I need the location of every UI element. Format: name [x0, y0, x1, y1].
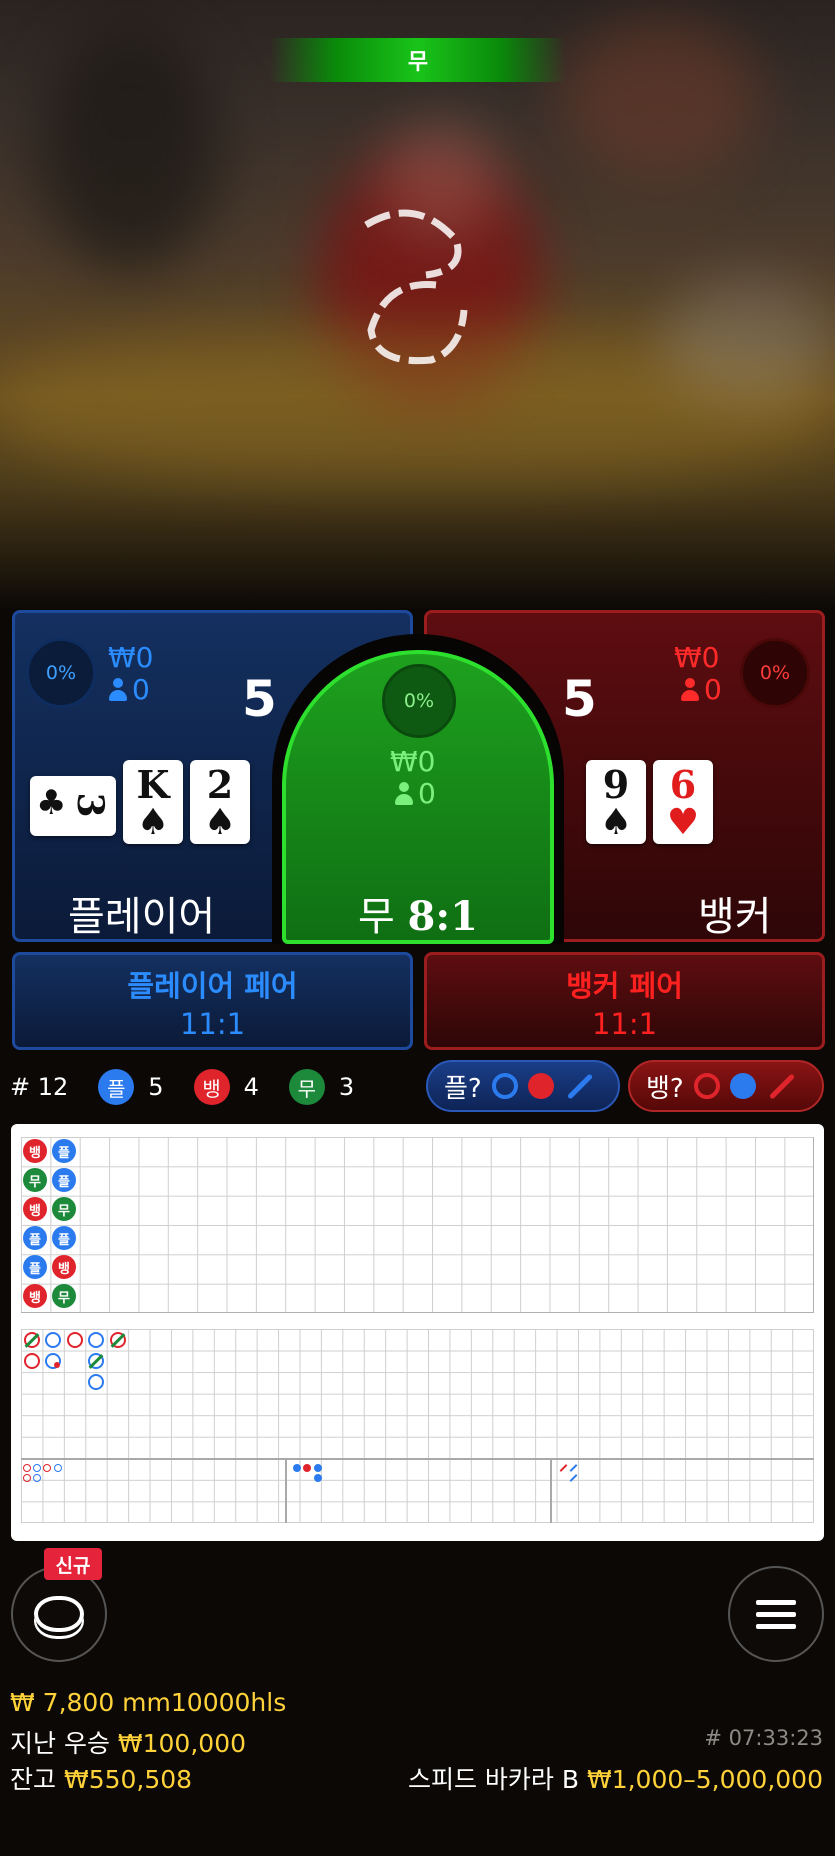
bead-road: 뱅 무 뱅 플 플 뱅 플 플 무 플 뱅 무	[21, 1137, 814, 1313]
banker-badge: 뱅	[193, 1069, 230, 1105]
player-predict-label: 플?	[444, 1073, 482, 1104]
chip-button[interactable]	[11, 1566, 107, 1662]
red-dot-icon	[527, 1073, 554, 1099]
player-card-1: ♣ 3	[30, 776, 116, 836]
big-eye-blue-icon	[33, 1464, 41, 1472]
big-eye-red-icon	[43, 1464, 51, 1472]
baccarat-game-screen: { "video": { "result_banner": "무" }, "pl…	[0, 0, 835, 1856]
banker-bet-amount: ₩0	[674, 641, 720, 674]
tie-bettor-count: 0	[394, 778, 436, 810]
chip-icon	[34, 1596, 84, 1632]
tie-bet-amount: ₩0	[390, 745, 436, 778]
banker-bet-percentage: 0%	[740, 638, 810, 708]
banker-score: 5	[562, 670, 597, 728]
round-number: # 12	[10, 1073, 69, 1101]
player-badge: 플	[98, 1069, 135, 1105]
big-road-banker-icon	[24, 1353, 40, 1369]
big-road-banker-icon	[67, 1332, 83, 1348]
menu-button[interactable]	[728, 1566, 824, 1662]
game-id: # 07:33:23	[704, 1726, 823, 1750]
tie-label: 무 8:1	[358, 893, 478, 940]
bead-banker: 뱅	[23, 1139, 47, 1163]
small-road-red-icon	[303, 1464, 311, 1472]
hamburger-menu-icon	[756, 1599, 796, 1605]
user-icon	[680, 678, 700, 702]
banker-pair-payout: 11:1	[591, 1007, 658, 1041]
tie-bet-percentage: 0%	[382, 664, 456, 738]
red-slash-icon	[768, 1072, 795, 1100]
tie-count: 무 3	[288, 1069, 354, 1105]
red-ring-icon	[693, 1073, 720, 1099]
player-bet-percentage: 0%	[26, 638, 96, 708]
derived-roads	[21, 1329, 814, 1523]
road-divider	[550, 1458, 552, 1523]
player-card-3: 2 ♠	[190, 760, 250, 844]
player-bet-amount: ₩0	[108, 641, 154, 674]
scoreboard-roadmap: 뱅 무 뱅 플 플 뱅 플 플 무 플 뱅 무	[11, 1124, 824, 1541]
tie-badge: 무	[288, 1069, 325, 1105]
banker-predict-button[interactable]: 뱅?	[628, 1060, 824, 1112]
banker-bettor-count: 0	[680, 674, 722, 706]
current-bet-line: ₩ 7,800 mm10000hls	[10, 1688, 287, 1717]
big-eye-red-icon	[23, 1464, 31, 1472]
road-divider	[21, 1458, 814, 1460]
big-road-player-icon	[88, 1332, 104, 1348]
road-divider	[285, 1458, 287, 1523]
player-predict-button[interactable]: 플?	[426, 1060, 620, 1112]
player-win-count: 플 5	[98, 1069, 164, 1105]
banker-card-2: 6 ♥	[653, 760, 713, 844]
player-pair-bet[interactable]: 플레이어 페어 11:1	[12, 952, 413, 1050]
bead-player: 플	[23, 1255, 47, 1279]
banker-label: 뱅커	[698, 894, 772, 940]
small-road-blue-icon	[293, 1464, 301, 1472]
bead-player: 플	[52, 1168, 76, 1192]
banker-card-1: 9 ♠	[586, 760, 646, 844]
new-badge: 신규	[44, 1548, 102, 1580]
player-card-2: K ♠	[123, 760, 183, 844]
big-road-player-icon	[45, 1332, 61, 1348]
last-win: 지난 우승 ₩100,000	[10, 1729, 247, 1758]
bead-tie: 무	[23, 1168, 47, 1192]
bead-tie: 무	[52, 1197, 76, 1221]
user-icon	[394, 782, 414, 806]
banker-win-count: 뱅 4	[193, 1069, 259, 1105]
small-road-blue-icon	[314, 1474, 322, 1482]
blue-ring-icon	[491, 1073, 518, 1099]
big-eye-blue-icon	[54, 1464, 62, 1472]
blue-slash-icon	[566, 1072, 593, 1100]
big-road-player-icon	[88, 1374, 104, 1390]
bead-player: 플	[52, 1139, 76, 1163]
player-pair-payout: 11:1	[179, 1007, 246, 1041]
bead-tie: 무	[52, 1284, 76, 1308]
big-eye-red-icon	[23, 1474, 31, 1482]
result-counts: # 12 플 5 뱅 4 무 3	[10, 1066, 384, 1108]
player-label: 플레이어	[68, 894, 216, 940]
small-road-blue-icon	[314, 1464, 322, 1472]
bead-player: 플	[52, 1226, 76, 1250]
user-icon	[108, 678, 128, 702]
live-video-stream: 무	[0, 0, 835, 610]
pair-dot-icon	[54, 1362, 60, 1368]
cockroach-blue-icon	[569, 1464, 578, 1472]
cockroach-red-icon	[559, 1464, 568, 1472]
player-pair-label: 플레이어 페어	[127, 969, 298, 1003]
balance: 잔고 ₩550,508	[10, 1765, 193, 1794]
result-banner: 무	[270, 38, 566, 82]
table-info: 스피드 바카라 B ₩1,000–5,000,000	[407, 1765, 823, 1794]
player-bettor-count: 0	[108, 674, 150, 706]
big-eye-blue-icon	[33, 1474, 41, 1482]
blue-dot-icon	[729, 1073, 756, 1099]
cockroach-blue-icon	[569, 1474, 578, 1482]
bead-banker: 뱅	[23, 1284, 47, 1308]
bead-player: 플	[23, 1226, 47, 1250]
loading-spinner-icon	[364, 209, 468, 365]
bead-banker: 뱅	[23, 1197, 47, 1221]
banker-pair-label: 뱅커 페어	[566, 969, 683, 1003]
bead-banker: 뱅	[52, 1255, 76, 1279]
banker-predict-label: 뱅?	[646, 1073, 684, 1104]
banker-pair-bet[interactable]: 뱅커 페어 11:1	[424, 952, 825, 1050]
player-score: 5	[242, 670, 277, 728]
